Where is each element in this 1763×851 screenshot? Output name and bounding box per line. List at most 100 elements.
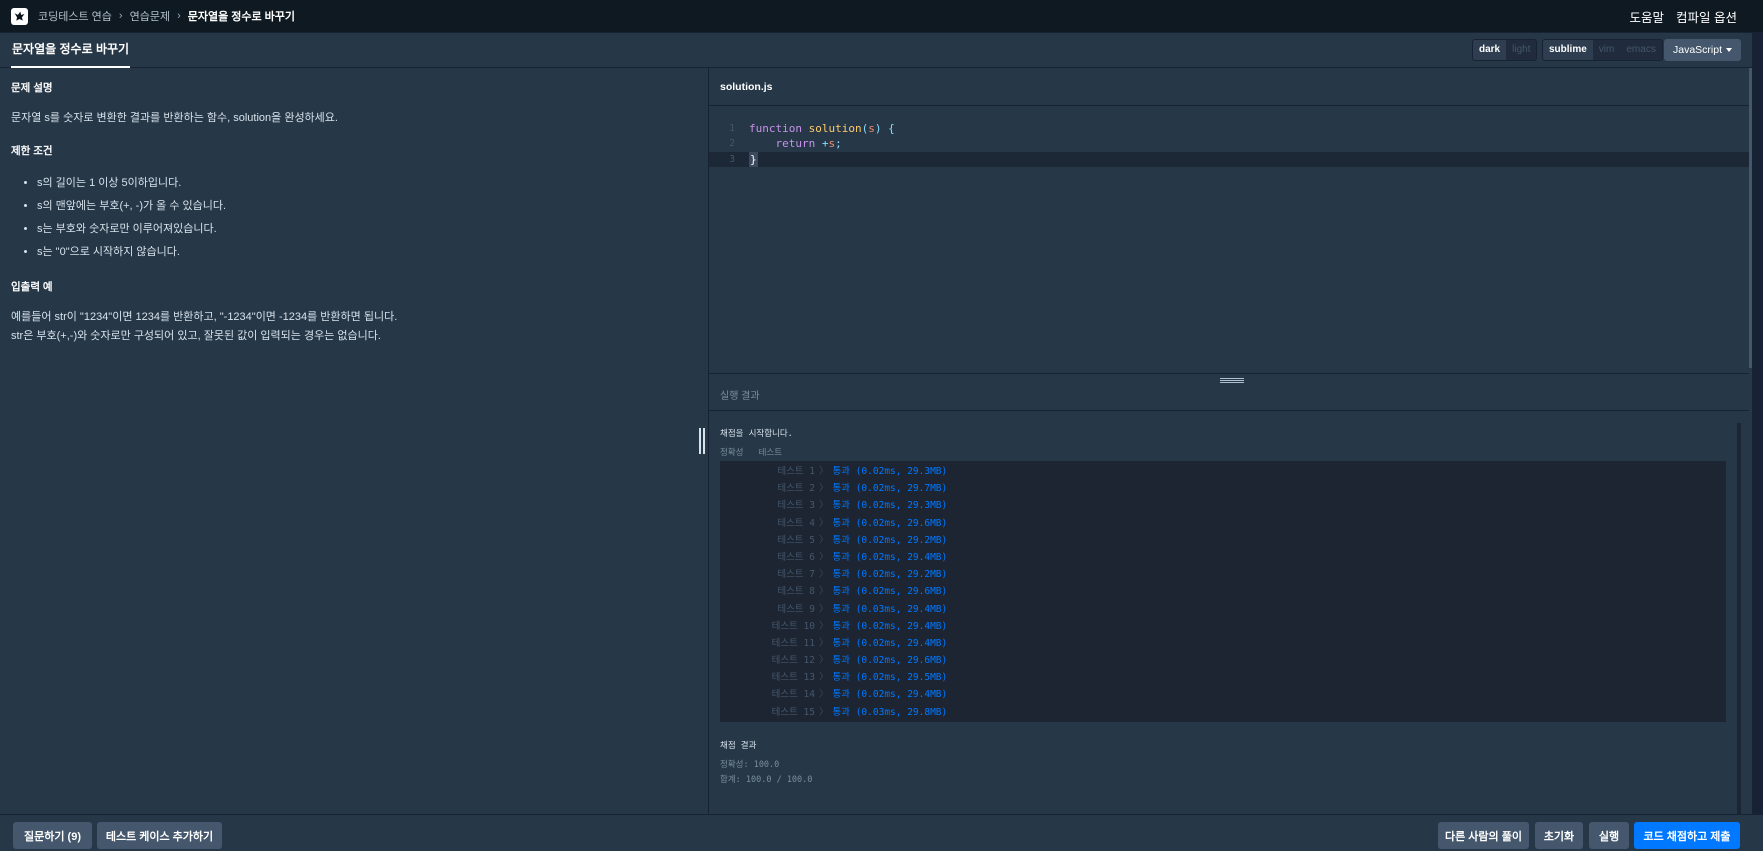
code-line: 1 function solution(s) {	[709, 121, 1749, 136]
line-number: 2	[729, 138, 735, 150]
test-status: 통과 (0.02ms, 29.6MB)	[832, 655, 948, 667]
keymap-switch: sublime vim emacs	[1542, 39, 1663, 61]
test-separator: 〉	[819, 586, 829, 598]
theme-dark-option[interactable]: dark	[1473, 40, 1507, 60]
test-separator: 〉	[819, 655, 829, 667]
language-label: JavaScript	[1672, 44, 1723, 56]
io-line: str은 부호(+,-)와 숫자로만 구성되어 있고, 잘못된 값이 입력되는 …	[11, 330, 381, 342]
test-separator: 〉	[819, 551, 829, 563]
result-panel: 채점을 시작합니다. 정확성 테스트 테스트 1 〉 통과 (0.02ms, 29.…	[709, 411, 1749, 814]
description-text: 문자열 s를 숫자로 변환한 결과를 반환하는 함수, solution을 완성…	[11, 112, 338, 124]
test-name: 테스트 10	[771, 620, 815, 632]
test-status: 통과 (0.03ms, 29.4MB)	[832, 603, 948, 615]
keymap-sublime-option[interactable]: sublime	[1543, 40, 1593, 60]
help-link[interactable]: 도움말	[1630, 7, 1665, 26]
test-status: 통과 (0.03ms, 29.8MB)	[832, 706, 948, 718]
test-status: 통과 (0.02ms, 29.7MB)	[832, 483, 948, 495]
code-line: 3 }	[709, 151, 1749, 167]
total-score: 합계: 100.0 / 100.0	[720, 775, 813, 785]
panel-resize-handle[interactable]	[699, 428, 707, 454]
description-heading: 문제 설명	[11, 82, 53, 94]
test-status: 통과 (0.02ms, 29.3MB)	[832, 466, 948, 477]
test-result-row: 테스트 3 〉 통과 (0.02ms, 29.3MB)	[720, 497, 1726, 514]
test-name: 테스트 11	[771, 637, 815, 649]
accuracy-score: 정확성: 100.0	[720, 760, 780, 770]
submit-button[interactable]: 코드 채점하고 제출	[1634, 822, 1740, 849]
test-name: 테스트 6	[777, 551, 815, 563]
test-result-row: 테스트 13 〉 통과 (0.02ms, 29.5MB)	[720, 669, 1726, 686]
test-separator: 〉	[819, 517, 829, 529]
test-name: 테스트 14	[771, 689, 815, 701]
breadcrumb-chevron-icon: ›	[177, 10, 181, 22]
reset-button[interactable]: 초기화	[1535, 822, 1583, 849]
problem-panel: 문제 설명 문자열 s를 숫자로 변환한 결과를 반환하는 함수, soluti…	[0, 68, 709, 814]
test-status: 통과 (0.02ms, 29.4MB)	[832, 637, 948, 649]
test-result-row: 테스트 14 〉 통과 (0.02ms, 29.4MB)	[720, 686, 1726, 703]
constraints-heading: 제한 조건	[11, 145, 53, 157]
test-name: 테스트 1	[777, 466, 815, 477]
test-name: 테스트 12	[771, 655, 815, 667]
breadcrumb-practice[interactable]: 연습문제	[130, 8, 170, 24]
theme-light-option[interactable]: light	[1506, 40, 1536, 60]
test-result-row: 테스트 12 〉 통과 (0.02ms, 29.6MB)	[720, 652, 1726, 669]
language-select[interactable]: JavaScript	[1664, 39, 1741, 61]
result-scrollbar[interactable]	[1737, 423, 1741, 815]
test-separator: 〉	[819, 534, 829, 546]
test-result-row: 테스트 11 〉 통과 (0.02ms, 29.4MB)	[720, 635, 1726, 652]
test-name: 테스트 2	[777, 483, 815, 495]
test-result-row: 테스트 9 〉 통과 (0.03ms, 29.4MB)	[720, 601, 1726, 618]
test-status: 통과 (0.02ms, 29.4MB)	[832, 689, 948, 701]
constraint-item: s의 맨앞에는 부호(+, -)가 올 수 있습니다.	[37, 195, 697, 218]
bottom-bar: 질문하기 (9) 테스트 케이스 추가하기 다른 사람의 풀이 초기화 실행 코…	[0, 814, 1763, 851]
test-result-row: 테스트 6 〉 통과 (0.02ms, 29.4MB)	[720, 549, 1726, 566]
programmers-logo-icon[interactable]	[11, 7, 28, 25]
test-separator: 〉	[819, 603, 829, 615]
question-button[interactable]: 질문하기 (9)	[13, 822, 92, 849]
test-result-row: 테스트 8 〉 통과 (0.02ms, 29.6MB)	[720, 583, 1726, 600]
breadcrumb-chevron-icon: ›	[118, 10, 123, 22]
test-status: 통과 (0.02ms, 29.2MB)	[832, 569, 948, 581]
test-status: 통과 (0.02ms, 29.3MB)	[832, 500, 948, 512]
test-separator: 〉	[819, 500, 829, 512]
test-label: 테스트	[758, 448, 783, 458]
code-line: 2 return +s;	[709, 136, 1749, 151]
result-resize-handle[interactable]	[1220, 378, 1244, 384]
test-name: 테스트 5	[777, 534, 815, 546]
constraint-item: s는 "0"으로 시작하지 않습니다.	[37, 241, 697, 264]
io-heading: 입출력 예	[11, 281, 53, 293]
grading-start-text: 채점을 시작합니다.	[720, 429, 793, 439]
caret-down-icon	[1726, 48, 1733, 52]
keymap-emacs-option[interactable]: emacs	[1620, 40, 1661, 60]
others-solutions-button[interactable]: 다른 사람의 풀이	[1438, 822, 1529, 849]
test-status: 통과 (0.02ms, 29.6MB)	[832, 586, 948, 598]
test-result-row: 테스트 4 〉 통과 (0.02ms, 29.6MB)	[720, 515, 1726, 532]
test-separator: 〉	[819, 689, 829, 701]
test-status: 통과 (0.02ms, 29.4MB)	[832, 620, 948, 632]
test-status: 통과 (0.02ms, 29.5MB)	[832, 672, 948, 684]
tab-problem[interactable]: 문자열을 정수로 바꾸기	[11, 33, 131, 68]
run-button[interactable]: 실행	[1589, 822, 1629, 849]
add-testcase-button[interactable]: 테스트 케이스 추가하기	[97, 822, 222, 849]
test-status: 통과 (0.02ms, 29.4MB)	[832, 551, 948, 563]
test-separator: 〉	[819, 483, 829, 495]
test-name: 테스트 15	[771, 706, 815, 718]
test-result-row: 테스트 5 〉 통과 (0.02ms, 29.2MB)	[720, 532, 1726, 549]
test-name: 테스트 13	[771, 672, 815, 684]
test-result-row: 테스트 7 〉 통과 (0.02ms, 29.2MB)	[720, 566, 1726, 583]
test-name: 테스트 4	[777, 517, 815, 529]
breadcrumb-coding-test[interactable]: 코딩테스트 연습	[38, 8, 112, 24]
test-result-row: 테스트 2 〉 통과 (0.02ms, 29.7MB)	[720, 480, 1726, 497]
test-separator: 〉	[819, 706, 829, 718]
grading-result-heading: 채점 결과	[720, 741, 757, 751]
code-editor[interactable]: 1 function solution(s) { 2 return +s; 3 …	[709, 106, 1749, 373]
compile-options-link[interactable]: 컴파일 옵션	[1676, 7, 1737, 26]
test-separator: 〉	[819, 620, 829, 632]
test-separator: 〉	[819, 569, 829, 581]
test-name: 테스트 7	[777, 569, 815, 581]
editor-filename: solution.js	[709, 68, 1749, 106]
result-subheader: 정확성 테스트	[720, 446, 1738, 458]
test-result-row: 테스트 1 〉 통과 (0.02ms, 29.3MB)	[720, 463, 1726, 480]
line-number: 1	[729, 123, 735, 134]
keymap-vim-option[interactable]: vim	[1593, 40, 1621, 60]
tab-bar: 문자열을 정수로 바꾸기 dark light sublime vim emac…	[0, 33, 1763, 68]
